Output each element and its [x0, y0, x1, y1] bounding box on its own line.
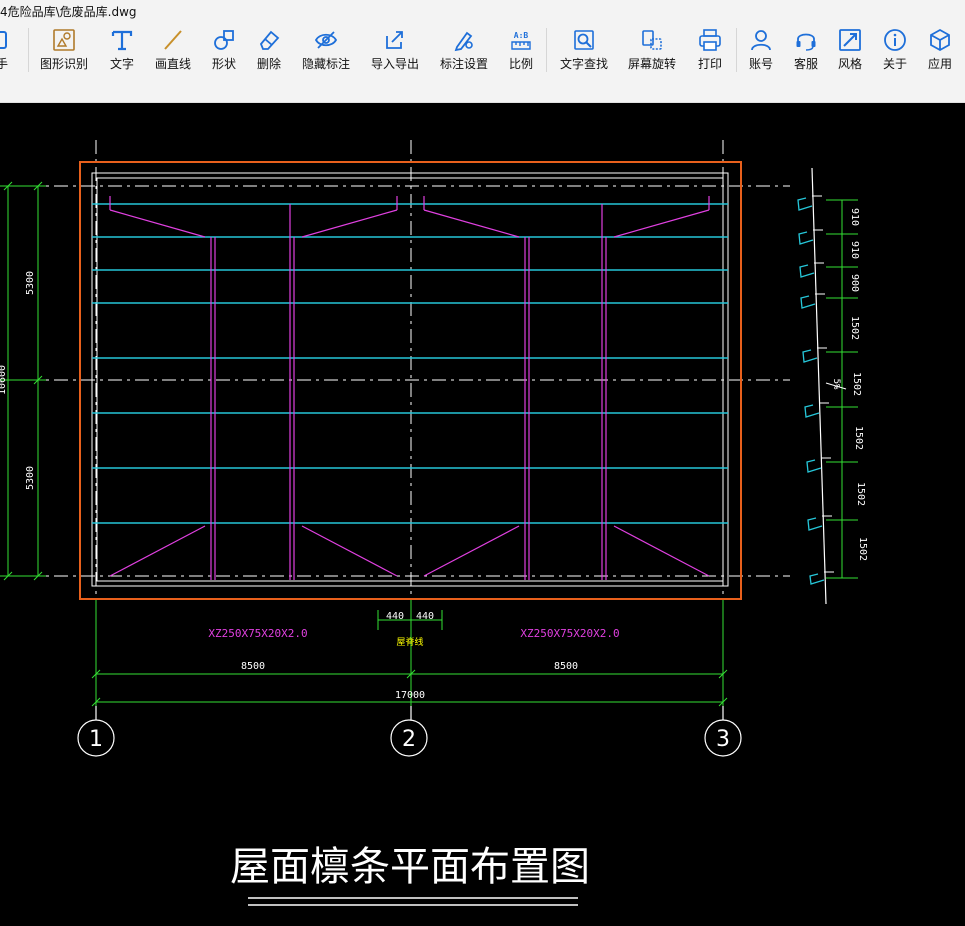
screen-rotate-icon	[642, 30, 662, 50]
toolbar-button-style[interactable]: 风格	[832, 22, 868, 77]
section-dimension: 1502	[857, 537, 868, 561]
apps-cube-icon	[930, 28, 950, 52]
slope-label: 5%	[831, 379, 841, 390]
ridge-note: 屋脊线	[396, 636, 423, 648]
purlin-spec-right: XZ250X75X20X2.0	[520, 627, 619, 640]
toolbar-button-scale[interactable]: A:B 比例	[502, 22, 540, 77]
section-dimension: 910	[849, 241, 860, 259]
drawing-canvas[interactable]: XZ250X75X20X2.0 XZ250X75X20X2.0 屋脊线 440 …	[0, 103, 965, 922]
purlin-spec-left: XZ250X75X20X2.0	[208, 627, 307, 640]
svg-text:A:B: A:B	[514, 31, 529, 40]
annotation-settings-icon	[454, 31, 473, 52]
section-dimension: 910	[849, 208, 860, 226]
toolbar-partial-button[interactable]: 手	[0, 22, 14, 77]
toolbar-label: 画直线	[154, 57, 191, 71]
toolbar-label: 应用	[927, 57, 952, 71]
toolbar-button-hide-annotation[interactable]: 隐藏标注	[298, 22, 354, 77]
scale-icon: A:B	[511, 31, 531, 50]
section-dimension: 900	[849, 274, 860, 292]
toolbar-button-draw-line[interactable]: 画直线	[150, 22, 196, 77]
window-title: 4危险品库\危废品库.dwg	[0, 5, 137, 19]
import-export-icon	[386, 31, 403, 49]
toolbar-label: 关于	[882, 57, 907, 71]
toolbar-label: 屏幕旋转	[627, 57, 676, 71]
partial-tool-icon	[0, 31, 7, 49]
dim-half-right: 440	[416, 611, 434, 622]
section-dimension: 1502	[849, 316, 860, 340]
toolbar-button-screen-rotate[interactable]: 屏幕旋转	[624, 22, 680, 77]
toolbar-label: 客服	[793, 57, 818, 71]
toolbar-button-customer-service[interactable]: 客服	[788, 22, 824, 77]
toolbar-separator	[28, 28, 29, 72]
toolbar-label: 账号	[748, 57, 773, 71]
toolbar-button-text-search[interactable]: 文字查找	[555, 22, 613, 77]
toolbar-button-shape-recognition[interactable]: 图形识别	[38, 22, 90, 77]
toolbar-label: 比例	[508, 57, 533, 71]
toolbar-label: 风格	[837, 57, 862, 71]
toolbar-label: 文字	[109, 57, 134, 71]
title-bar: 4危险品库\危废品库.dwg	[0, 0, 965, 22]
toolbar-label: 删除	[256, 57, 281, 71]
toolbar-button-apps[interactable]: 应用	[922, 22, 958, 77]
left-dimension-top: 5300	[25, 271, 36, 295]
toolbar-separator	[736, 28, 737, 72]
axis-label-1: 1	[89, 727, 103, 752]
shape-icon	[214, 30, 234, 50]
drawing-title: 屋面檩条平面布置图	[230, 844, 590, 890]
toolbar-separator	[546, 28, 547, 72]
section-dimension: 1502	[851, 372, 862, 396]
toolbar-button-account[interactable]: 账号	[743, 22, 779, 77]
draw-line-icon	[164, 30, 182, 50]
eraser-icon	[259, 30, 280, 50]
toolbar-label: 形状	[211, 57, 236, 71]
toolbar-button-print[interactable]: 打印	[692, 22, 728, 77]
style-icon	[839, 29, 861, 51]
toolbar-label: 打印	[697, 57, 722, 71]
toolbar-button-annotation-settings[interactable]: 标注设置	[436, 22, 492, 77]
toolbar-label: 图形识别	[39, 57, 88, 71]
toolbar-partial-label: 手	[0, 57, 9, 71]
bay-dimension-right: 8500	[554, 661, 578, 672]
toolbar-button-shape[interactable]: 形状	[205, 22, 243, 77]
toolbar-button-delete[interactable]: 删除	[251, 22, 287, 77]
section-dimension: 1502	[855, 482, 866, 506]
toolbar-button-text[interactable]: 文字	[103, 22, 141, 77]
left-dimension-bottom: 5300	[25, 466, 36, 490]
main-toolbar: 手 图形识别 文字 画直线 形状 删除 隐藏标注 导入导出 标注设置 A:B 比…	[0, 22, 965, 77]
bay-dimension-left: 8500	[241, 661, 265, 672]
toolbar-label: 标注设置	[439, 57, 488, 71]
toolbar-label: 文字查找	[559, 57, 608, 71]
left-dimension-total: 10600	[0, 365, 8, 395]
print-icon	[699, 29, 721, 51]
account-icon	[751, 30, 771, 51]
axis-label-3: 3	[716, 727, 730, 752]
text-search-icon	[574, 30, 594, 50]
headset-icon	[796, 33, 816, 51]
toolbar-label: 导入导出	[370, 57, 419, 71]
cad-drawing: XZ250X75X20X2.0 XZ250X75X20X2.0 屋脊线 440 …	[0, 103, 965, 922]
info-icon	[884, 29, 906, 51]
toolbar-label: 隐藏标注	[301, 57, 350, 71]
total-dimension: 17000	[395, 690, 425, 701]
toolbar-lower-strip	[0, 77, 965, 103]
dim-half-left: 440	[386, 611, 404, 622]
shape-recognition-icon	[53, 29, 75, 51]
toolbar-button-about[interactable]: 关于	[877, 22, 913, 77]
text-icon	[111, 30, 133, 51]
axis-label-2: 2	[402, 727, 416, 752]
section-dimension: 1502	[853, 426, 864, 450]
eye-hide-icon	[314, 31, 338, 49]
toolbar-button-import-export[interactable]: 导入导出	[366, 22, 424, 77]
